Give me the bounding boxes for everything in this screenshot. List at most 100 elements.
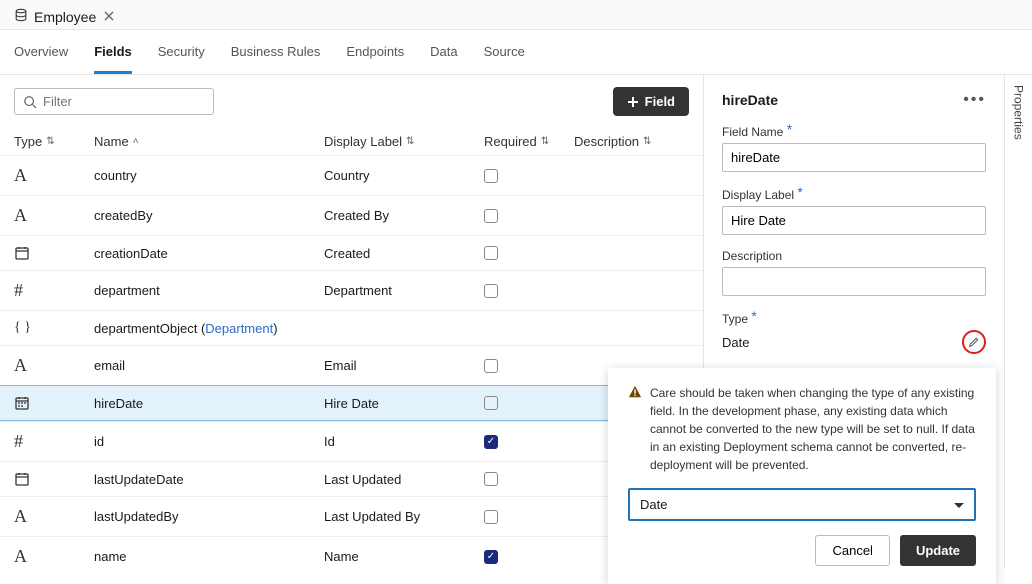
filter-input-wrapper[interactable] xyxy=(14,88,214,115)
name-cell: name xyxy=(94,549,324,564)
add-field-button[interactable]: Field xyxy=(613,87,689,116)
display-label-input[interactable] xyxy=(722,206,986,235)
close-icon[interactable] xyxy=(104,9,114,24)
warning-icon xyxy=(628,384,642,474)
checkbox-unchecked[interactable] xyxy=(484,396,498,410)
required-cell xyxy=(484,246,574,260)
tab-data[interactable]: Data xyxy=(430,44,457,74)
checkbox-unchecked[interactable] xyxy=(484,246,498,260)
name-cell: creationDate xyxy=(94,246,324,261)
sort-icon: ⇅ xyxy=(46,136,54,147)
display-cell: Country xyxy=(324,168,484,183)
display-cell: Email xyxy=(324,358,484,373)
checkbox-unchecked[interactable] xyxy=(484,359,498,373)
properties-side-tab[interactable]: Properties xyxy=(1004,75,1032,569)
required-cell: ✓ xyxy=(484,435,574,449)
required-cell xyxy=(484,510,574,524)
type-value: Date xyxy=(722,335,749,350)
table-header: Type⇅ Name˄ Display Label⇅ Required⇅ Des… xyxy=(0,128,703,155)
table-row[interactable]: AnameName✓ xyxy=(0,536,703,576)
required-cell xyxy=(484,284,574,298)
header-title: Employee xyxy=(34,9,96,25)
cancel-button[interactable]: Cancel xyxy=(815,535,889,566)
required-cell xyxy=(484,209,574,223)
table-row[interactable]: creationDateCreated xyxy=(0,235,703,270)
tab-endpoints[interactable]: Endpoints xyxy=(346,44,404,74)
sort-asc-icon: ˄ xyxy=(133,136,139,147)
checkbox-checked[interactable]: ✓ xyxy=(484,435,498,449)
display-cell: Hire Date xyxy=(324,396,484,411)
tab-business-rules[interactable]: Business Rules xyxy=(231,44,321,74)
warning-text: Care should be taken when changing the t… xyxy=(650,384,976,474)
required-cell: ✓ xyxy=(484,550,574,564)
type-cell: A xyxy=(14,205,94,226)
type-cell: A xyxy=(14,165,94,186)
update-button[interactable]: Update xyxy=(900,535,976,566)
col-header-description[interactable]: Description⇅ xyxy=(574,134,689,149)
type-cell: A xyxy=(14,355,94,376)
type-cell: # xyxy=(14,280,94,301)
table-row[interactable]: #idId✓ xyxy=(0,421,703,461)
search-icon xyxy=(23,95,37,109)
field-name-label: Field Name * xyxy=(722,123,986,139)
table-body: AcountryCountryAcreatedByCreated Bycreat… xyxy=(0,155,703,576)
type-cell xyxy=(14,471,94,487)
display-cell: Created By xyxy=(324,208,484,223)
sort-icon: ⇅ xyxy=(643,136,651,147)
filter-input[interactable] xyxy=(43,94,205,109)
header-tab-bar: Employee xyxy=(0,0,1032,30)
display-cell: Department xyxy=(324,283,484,298)
edit-type-button[interactable] xyxy=(962,330,986,354)
table-row[interactable]: { }departmentObject (Department) xyxy=(0,310,703,345)
tab-security[interactable]: Security xyxy=(158,44,205,74)
checkbox-unchecked[interactable] xyxy=(484,169,498,183)
col-header-display[interactable]: Display Label⇅ xyxy=(324,134,484,149)
tab-fields[interactable]: Fields xyxy=(94,44,132,74)
required-cell xyxy=(484,472,574,486)
type-select[interactable]: Date xyxy=(628,488,976,521)
panel-menu-button[interactable]: ••• xyxy=(963,91,986,109)
type-cell: { } xyxy=(14,320,94,336)
type-cell: # xyxy=(14,431,94,452)
required-cell xyxy=(484,169,574,183)
change-type-popover: Care should be taken when changing the t… xyxy=(608,368,996,584)
table-row[interactable]: AemailEmail xyxy=(0,345,703,385)
type-cell: A xyxy=(14,546,94,567)
name-cell: lastUpdateDate xyxy=(94,472,324,487)
display-cell: Created xyxy=(324,246,484,261)
checkbox-unchecked[interactable] xyxy=(484,209,498,223)
tab-overview[interactable]: Overview xyxy=(14,44,68,74)
table-row[interactable]: #departmentDepartment xyxy=(0,270,703,310)
name-cell: hireDate xyxy=(94,396,324,411)
display-cell: Name xyxy=(324,549,484,564)
table-row[interactable]: AcreatedByCreated By xyxy=(0,195,703,235)
pencil-icon xyxy=(968,336,980,348)
table-row[interactable]: lastUpdateDateLast Updated xyxy=(0,461,703,496)
col-header-type[interactable]: Type⇅ xyxy=(14,134,94,149)
checkbox-checked[interactable]: ✓ xyxy=(484,550,498,564)
checkbox-unchecked[interactable] xyxy=(484,284,498,298)
name-cell: lastUpdatedBy xyxy=(94,509,324,524)
checkbox-unchecked[interactable] xyxy=(484,472,498,486)
name-cell: id xyxy=(94,434,324,449)
name-cell: department xyxy=(94,283,324,298)
description-label: Description xyxy=(722,249,986,263)
panel-title: hireDate xyxy=(722,92,778,108)
col-header-name[interactable]: Name˄ xyxy=(94,134,324,149)
description-input[interactable] xyxy=(722,267,986,296)
table-row[interactable]: AcountryCountry xyxy=(0,155,703,195)
field-name-input[interactable] xyxy=(722,143,986,172)
sort-icon: ⇅ xyxy=(406,136,414,147)
required-cell xyxy=(484,396,574,410)
name-cell: country xyxy=(94,168,324,183)
type-cell xyxy=(14,395,94,411)
database-icon xyxy=(14,8,28,25)
table-row[interactable]: hireDateHire Date xyxy=(0,385,703,421)
reference-link[interactable]: Department xyxy=(205,321,273,336)
name-cell: email xyxy=(94,358,324,373)
table-row[interactable]: AlastUpdatedByLast Updated By xyxy=(0,496,703,536)
sort-icon: ⇅ xyxy=(541,136,549,147)
tab-source[interactable]: Source xyxy=(484,44,525,74)
col-header-required[interactable]: Required⇅ xyxy=(484,134,574,149)
checkbox-unchecked[interactable] xyxy=(484,510,498,524)
